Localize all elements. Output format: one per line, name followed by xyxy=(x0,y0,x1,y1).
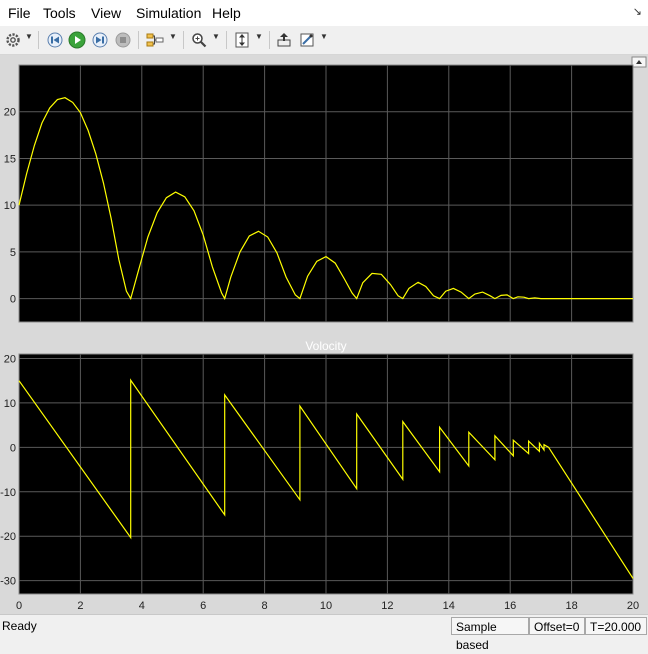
x-tick-label: 2 xyxy=(77,600,83,612)
x-tick-label: 0 xyxy=(16,600,22,612)
status-offset: Offset=0 xyxy=(529,617,585,635)
y-tick-label: -20 xyxy=(0,531,16,543)
chevron-down-icon[interactable]: ▼ xyxy=(212,32,220,41)
menu-view[interactable]: View xyxy=(91,5,121,21)
x-tick-label: 16 xyxy=(504,600,516,612)
menu-help[interactable]: Help xyxy=(212,5,241,21)
x-tick-label: 18 xyxy=(565,600,577,612)
chevron-down-icon[interactable]: ▼ xyxy=(169,32,177,41)
x-tick-label: 20 xyxy=(627,600,639,612)
y-tick-label: 5 xyxy=(10,247,16,259)
x-tick-label: 8 xyxy=(262,600,268,612)
y-tick-label: 20 xyxy=(4,353,16,365)
separator xyxy=(183,31,184,49)
stop-icon[interactable] xyxy=(113,29,133,51)
toolbar: ▼ ▼ ▼ ▼ ▼ xyxy=(0,26,648,55)
gear-icon[interactable] xyxy=(4,29,22,51)
menu-tools[interactable]: Tools xyxy=(43,5,76,21)
y-tick-label: -10 xyxy=(0,487,16,499)
y-tick-label: 10 xyxy=(4,200,16,212)
menu-bar: File Tools View Simulation Help ↘ xyxy=(0,0,648,26)
y-tick-label: 15 xyxy=(4,153,16,165)
chevron-down-icon[interactable]: ▼ xyxy=(25,32,33,41)
autoscale-icon[interactable] xyxy=(232,29,252,51)
chevron-down-icon[interactable]: ▼ xyxy=(320,32,328,41)
chevron-down-icon[interactable]: ▼ xyxy=(255,32,263,41)
status-time: T=20.000 xyxy=(585,617,647,635)
scope-panel: 0 5 10 15 20 -30 -20 -10 0 10 20 0 2 4 6 8 10 12 14 16 18 20 V… xyxy=(0,55,648,614)
zoom-icon[interactable] xyxy=(189,29,209,51)
menu-simulation[interactable]: Simulation xyxy=(136,5,201,21)
separator xyxy=(38,31,39,49)
separator xyxy=(138,31,139,49)
scope-plots: 0 5 10 15 20 -30 -20 -10 0 10 20 0 2 4 6 8 10 12 14 16 18 20 V… xyxy=(0,55,648,614)
status-bar: Ready Sample based Offset=0 T=20.000 xyxy=(0,614,648,652)
x-tick-label: 4 xyxy=(139,600,145,612)
separator xyxy=(269,31,270,49)
write-data-icon[interactable] xyxy=(274,29,294,51)
separator xyxy=(226,31,227,49)
x-tick-label: 14 xyxy=(443,600,455,612)
step-back-icon[interactable] xyxy=(45,29,65,51)
x-tick-label: 12 xyxy=(381,600,393,612)
plot-2-title: Volocity xyxy=(305,339,346,353)
style-icon[interactable] xyxy=(297,29,317,51)
highlight-icon[interactable] xyxy=(144,29,166,51)
x-tick-label: 10 xyxy=(320,600,332,612)
status-ready: Ready xyxy=(2,619,37,633)
status-sample-based: Sample based xyxy=(451,617,529,652)
y-tick-label: 20 xyxy=(4,107,16,119)
y-tick-label: 0 xyxy=(10,294,16,306)
undock-icon[interactable]: ↘ xyxy=(633,5,642,18)
menu-file[interactable]: File xyxy=(8,5,31,21)
y-tick-label: 0 xyxy=(10,442,16,454)
y-tick-label: -30 xyxy=(0,576,16,588)
x-tick-label: 6 xyxy=(200,600,206,612)
run-icon[interactable] xyxy=(67,29,87,51)
y-tick-label: 10 xyxy=(4,398,16,410)
step-forward-icon[interactable] xyxy=(90,29,110,51)
